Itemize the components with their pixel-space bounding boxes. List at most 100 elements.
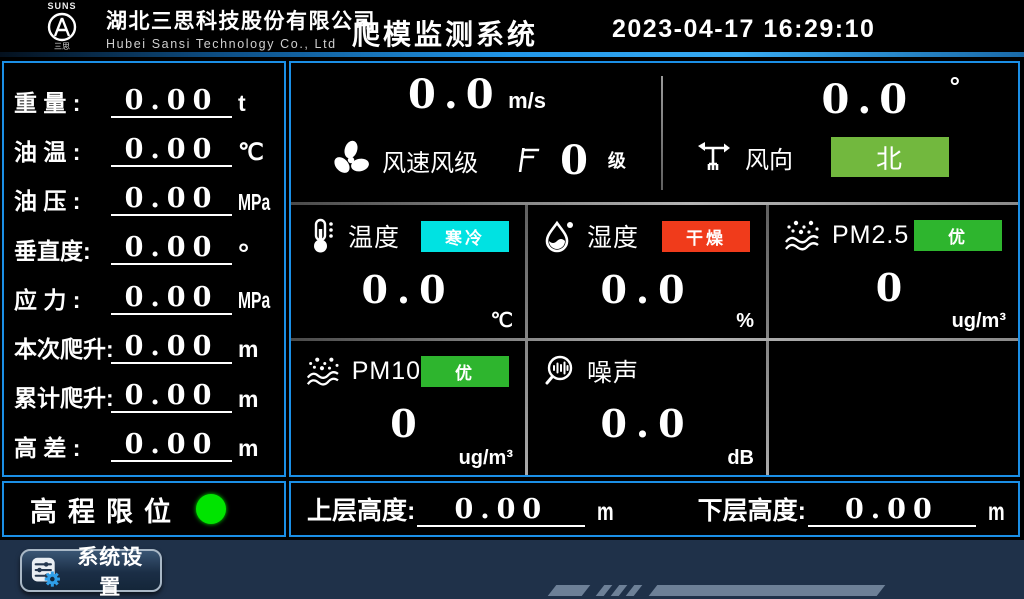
sensor-value: 0.0: [291, 267, 525, 312]
wind-direction-row: 风向 北: [695, 137, 988, 177]
wind-direction-label: 风向: [745, 140, 793, 175]
fan-icon: [328, 137, 374, 183]
wind-level-icon: [516, 144, 542, 176]
row-label: 油 压 :: [14, 187, 111, 216]
sensor-unit: ug/m³: [459, 447, 513, 470]
row-unit: MPa: [238, 189, 262, 217]
pm10-status-badge: 优: [421, 356, 509, 387]
row-unit: m: [238, 435, 274, 463]
measurements-panel: 重 量 : 0.00 t 油 温 : 0.00 ℃ 油 压 : 0.00 MPa…: [2, 61, 286, 477]
humidity-cell: 湿度 干燥 0.0 %: [528, 205, 766, 338]
company-logo: SUNS 三思: [22, 1, 102, 51]
pm10-cell: PM10 优 0 ug/m³: [291, 341, 525, 475]
pm25-status-badge: 优: [914, 220, 1002, 251]
row-value: 0.00: [111, 85, 232, 118]
row-value: 0.00: [111, 134, 232, 167]
wind-speed-value: 0.0: [408, 71, 502, 118]
company-name-cn: 湖北三思科技股份有限公司: [106, 5, 376, 35]
row-value: 0.00: [111, 380, 232, 413]
company-name-block: 湖北三思科技股份有限公司 Hubei Sansi Technology Co.,…: [106, 5, 376, 51]
noise-cell: 噪声 0.0 dB: [528, 341, 766, 475]
wind-direction-cell: 0.0 ° 风向 北: [663, 63, 1018, 202]
sensor-value: 0.0: [528, 267, 766, 312]
dust-pm25-icon: [783, 217, 823, 253]
row-label: 油 温 :: [14, 138, 111, 167]
upper-height-value: 0.00: [417, 494, 585, 527]
row-height-diff: 高 差 : 0.00 m: [14, 418, 274, 462]
sensor-label: PM2.5: [832, 221, 909, 250]
wind-speed-unit: m/s: [508, 88, 546, 113]
row-label: 本次爬升:: [14, 335, 111, 364]
sensor-unit: ℃: [491, 308, 513, 333]
sensor-grid: 温度 寒冷 0.0 ℃ 湿度 干燥 0.0 %: [291, 205, 1018, 475]
system-settings-label: 系统设置: [68, 541, 152, 599]
elevation-limit-label: 高程限位: [30, 490, 182, 529]
row-value: 0.00: [111, 429, 232, 462]
sensor-unit: %: [736, 310, 754, 333]
row-unit: t: [238, 90, 274, 118]
wind-direction-value: 0.0: [822, 76, 916, 123]
wind-speed-cell: 0.0 m/s 风速风级: [291, 63, 663, 202]
sensor-value: 0: [291, 401, 525, 446]
logo-circle-a-icon: [45, 11, 79, 43]
sensor-label: 湿度: [587, 218, 639, 254]
lower-height-label: 下层高度:: [698, 491, 806, 527]
row-current-climb: 本次爬升: 0.00 m: [14, 320, 274, 364]
row-unit: m: [238, 386, 274, 414]
row-value: 0.00: [111, 282, 232, 315]
row-label: 高 差 :: [14, 434, 111, 463]
row-unit: MPa: [238, 287, 262, 315]
row-unit: °: [238, 243, 274, 265]
row-unit: m: [238, 336, 274, 364]
row-total-climb: 累计爬升: 0.00 m: [14, 369, 274, 413]
heights-panel: 上层高度: 0.00 m 下层高度: 0.00 m: [289, 481, 1020, 537]
wind-level-value: 0: [560, 137, 588, 184]
header-bar: SUNS 三思 湖北三思科技股份有限公司 Hubei Sansi Technol…: [0, 0, 1024, 57]
wind-level-row: 风速风级 0 级: [291, 129, 663, 191]
thermometer-icon: [305, 217, 339, 255]
row-stress: 应 力 : 0.00 MPa: [14, 271, 274, 315]
sensor-unit: ug/m³: [952, 310, 1006, 333]
monitor-screen: SUNS 三思 湖北三思科技股份有限公司 Hubei Sansi Technol…: [0, 0, 1024, 599]
sensor-label: 噪声: [587, 353, 639, 389]
logo-sansi-text: 三思: [22, 41, 102, 52]
row-oil-temp: 油 温 : 0.00 ℃: [14, 123, 274, 167]
logo-suns-text: SUNS: [22, 1, 102, 11]
lower-height-unit: m: [988, 498, 1005, 527]
row-value: 0.00: [111, 232, 232, 265]
lower-height-value: 0.00: [808, 494, 976, 527]
temperature-status-badge: 寒冷: [421, 221, 509, 252]
header-accent-line: [0, 52, 1024, 57]
company-name-en: Hubei Sansi Technology Co., Ltd: [106, 37, 376, 51]
wind-speed-readout: 0.0 m/s: [291, 71, 663, 118]
row-value: 0.00: [111, 183, 232, 216]
wind-direction-readout: 0.0 °: [822, 71, 960, 123]
dust-pm10-icon: [305, 353, 343, 389]
sensor-value: 0: [769, 265, 1018, 310]
wind-direction-unit: °: [950, 71, 960, 101]
row-weight: 重 量 : 0.00 t: [14, 74, 274, 118]
sensor-label: PM10: [352, 357, 421, 386]
noise-meter-icon: [542, 353, 578, 389]
wind-vane-icon: [695, 138, 735, 176]
sensor-label: 温度: [348, 218, 400, 254]
datetime-display: 2023-04-17 16:29:10: [612, 15, 875, 44]
sensor-unit: dB: [727, 447, 754, 470]
row-label: 累计爬升:: [14, 384, 111, 413]
grid-divider-h: [291, 338, 1018, 341]
row-verticality: 垂直度: 0.00 °: [14, 221, 274, 265]
elevation-limit-indicator: [196, 494, 226, 524]
row-unit: ℃: [238, 139, 274, 167]
row-value: 0.00: [111, 331, 232, 364]
footer-bar: 系统设置: [0, 540, 1024, 599]
pm25-cell: PM2.5 优 0 ug/m³: [769, 205, 1018, 338]
wind-speed-label: 风速风级: [382, 143, 478, 178]
system-settings-button[interactable]: 系统设置: [20, 549, 162, 592]
wind-direction-badge: 北: [831, 137, 949, 177]
settings-sliders-gear-icon: [30, 555, 60, 587]
upper-height-group: 上层高度: 0.00 m: [307, 491, 620, 527]
row-label: 垂直度:: [14, 237, 111, 266]
lower-height-group: 下层高度: 0.00 m: [698, 491, 1011, 527]
sensor-value: 0.0: [528, 401, 766, 446]
page-title: 爬模监测系统: [352, 13, 538, 53]
